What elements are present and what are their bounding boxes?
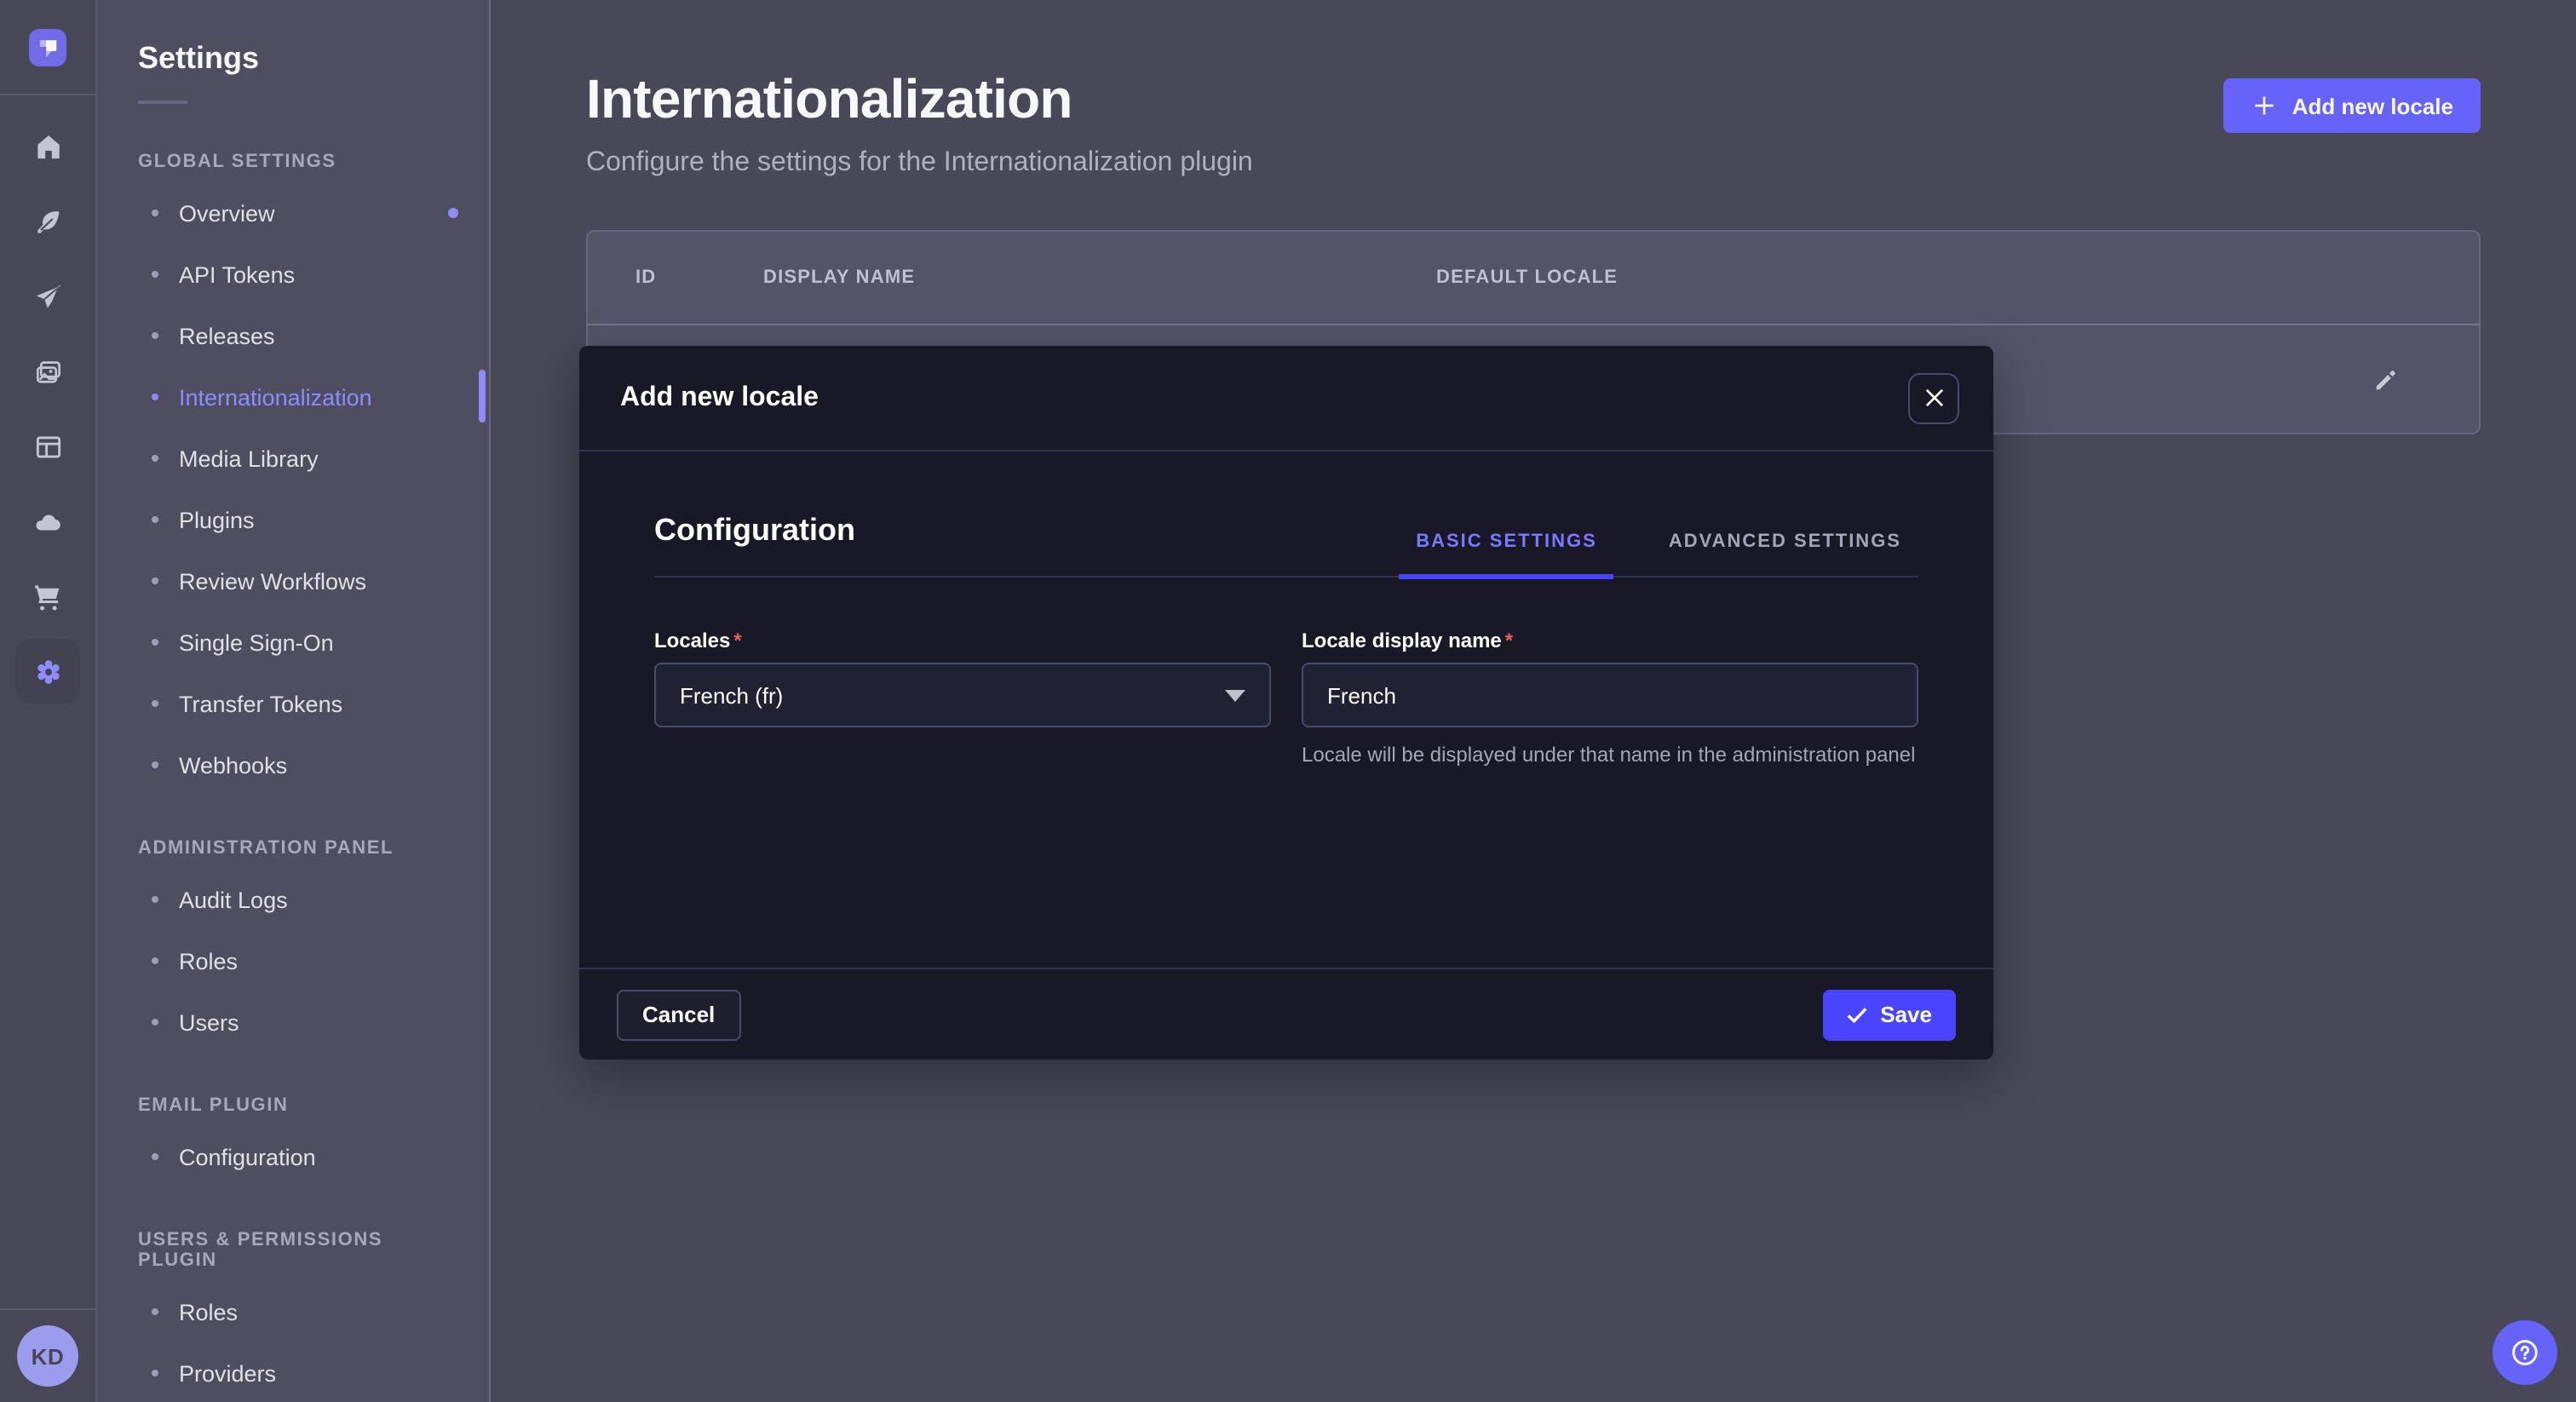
chevron-down-icon — [1225, 689, 1245, 701]
required-asterisk: * — [1505, 629, 1513, 652]
save-label: Save — [1880, 1002, 1932, 1027]
modal-body: Configuration BASIC SETTINGS ADVANCED SE… — [579, 451, 1993, 968]
configuration-title: Configuration — [654, 513, 855, 576]
tab-advanced-settings[interactable]: ADVANCED SETTINGS — [1652, 531, 1918, 576]
modal-title: Add new locale — [620, 382, 819, 413]
tabs: BASIC SETTINGS ADVANCED SETTINGS — [1399, 531, 1918, 576]
display-name-hint: Locale will be displayed under that name… — [1302, 741, 1918, 771]
locales-label: Locales* — [654, 629, 1271, 652]
locales-select[interactable]: French (fr) — [654, 663, 1271, 727]
save-button[interactable]: Save — [1822, 989, 1956, 1040]
form-fields: Locales* French (fr) Locale display name… — [654, 629, 1918, 771]
locales-field-group: Locales* French (fr) — [654, 629, 1271, 771]
display-name-field-group: Locale display name* Locale will be disp… — [1302, 629, 1918, 771]
close-button[interactable] — [1908, 372, 1959, 423]
strapi-admin-screen: KD Settings GLOBAL SETTINGS Overview API… — [0, 0, 2576, 1402]
check-icon — [1846, 1004, 1866, 1025]
tab-basic-settings[interactable]: BASIC SETTINGS — [1399, 531, 1614, 579]
required-asterisk: * — [733, 629, 741, 652]
locales-select-value: French (fr) — [680, 682, 783, 708]
modal-footer: Cancel Save — [579, 968, 1993, 1060]
display-name-label: Locale display name* — [1302, 629, 1918, 652]
modal-header: Add new locale — [579, 346, 1993, 451]
configuration-section-header: Configuration BASIC SETTINGS ADVANCED SE… — [654, 513, 1918, 577]
display-name-input[interactable] — [1302, 663, 1918, 727]
add-locale-modal: Add new locale Configuration BASIC SETTI… — [579, 346, 1993, 1060]
cancel-button[interactable]: Cancel — [617, 989, 740, 1040]
close-icon — [1924, 388, 1943, 407]
